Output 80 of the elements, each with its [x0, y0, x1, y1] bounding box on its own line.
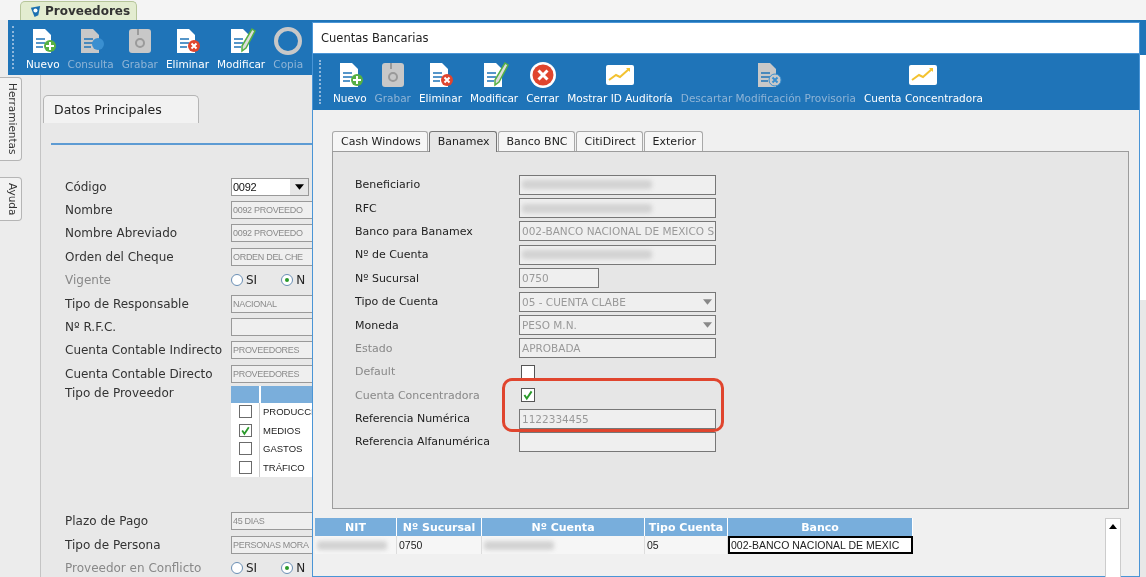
toolbar-button[interactable]: Modificar: [465, 54, 523, 110]
field-label: Cuenta Contable Directo: [65, 366, 214, 381]
table-cell[interactable]: 002-BANCO NACIONAL DE MEXIC: [728, 536, 913, 554]
toolbar-button[interactable]: Eliminar: [414, 54, 466, 110]
field-label: Plazo de Pago: [65, 514, 150, 529]
field-label: Orden del Cheque: [65, 249, 175, 264]
tab[interactable]: Exterior: [643, 131, 703, 151]
field-label: Tipo de Cuenta: [355, 295, 440, 309]
radio-button[interactable]: SI: [231, 273, 258, 288]
toolbar-button[interactable]: Cerrar: [522, 54, 564, 110]
list-item-label: MEDIOS: [262, 424, 301, 436]
list-item-label: TRÁFICO: [262, 461, 305, 473]
field-label: Moneda: [355, 318, 400, 332]
table-cell[interactable]: [482, 536, 645, 554]
dropdown-field[interactable]: 002-BANCO NACIONAL DE MEXICO S: [519, 221, 716, 242]
table-cell[interactable]: 0750: [397, 536, 482, 554]
checkbox[interactable]: [238, 423, 252, 437]
side-tab[interactable]: Herramientas: [0, 77, 22, 161]
field-label: Banco para Banamex: [355, 224, 474, 238]
close-icon: [527, 60, 558, 90]
text-field[interactable]: [519, 174, 716, 195]
text-field[interactable]: APROBADA: [519, 338, 716, 359]
field-label: Referencia Numérica: [355, 412, 471, 426]
checkbox[interactable]: [238, 442, 252, 456]
field-label: Proveedor en Conflicto: [65, 561, 203, 575]
text-field[interactable]: 0750: [519, 268, 599, 289]
scrollbar[interactable]: [1105, 518, 1121, 577]
table-cell[interactable]: [315, 536, 397, 554]
toolbar-button[interactable]: Cuenta Concentradora: [859, 54, 987, 110]
field-label: Cuenta Contable Indirecto: [65, 343, 224, 358]
dialog-title: Cuentas Bancarias: [321, 31, 429, 45]
window-tab[interactable]: Proveedores: [20, 1, 138, 20]
field-label: Nombre: [65, 203, 114, 218]
table-cell[interactable]: 05: [645, 536, 728, 554]
field-label: Vigente: [65, 273, 112, 288]
dropdown-field[interactable]: PESO M.N.: [519, 315, 716, 336]
checkbox[interactable]: [238, 405, 252, 419]
field-label: Tipo de Responsable: [65, 296, 190, 311]
field-label: Estado: [355, 341, 394, 355]
toolbar-button[interactable]: Nuevo: [329, 54, 371, 110]
dropdown-arrow-icon: [703, 322, 712, 329]
field-label: Referencia Alfanumérica: [355, 435, 491, 449]
field-label: Nombre Abreviado: [65, 226, 179, 241]
window-tab-label: Proveedores: [45, 4, 131, 18]
text-field[interactable]: [519, 198, 716, 219]
tab[interactable]: Banco BNC: [497, 131, 575, 151]
tab[interactable]: CitiDirect: [575, 131, 643, 151]
tab[interactable]: Cash Windows: [332, 131, 428, 151]
field-label: RFC: [355, 201, 378, 215]
scroll-up-arrow-icon[interactable]: [1109, 524, 1117, 529]
radio-button[interactable]: SI: [231, 561, 258, 575]
toolbar-button[interactable]: Modificar: [212, 20, 270, 75]
list-item-label: GASTOS: [262, 443, 303, 455]
checkbox[interactable]: [521, 388, 535, 403]
field-label: Nº Sucursal: [355, 271, 420, 285]
toolbar-button[interactable]: Nuevo: [22, 20, 64, 75]
text-field[interactable]: 1122334455: [519, 408, 716, 429]
dropdown-arrow-icon: [703, 298, 712, 305]
field-label: Tipo de Persona: [65, 537, 162, 552]
shield-icon: [29, 4, 42, 18]
toolbar-button[interactable]: Mostrar ID Auditoría: [563, 54, 677, 110]
field-label: Default: [355, 365, 397, 379]
checkbox[interactable]: [521, 364, 535, 379]
side-tab[interactable]: Ayuda: [0, 176, 22, 221]
panel-tab[interactable]: Datos Principales: [43, 95, 199, 123]
radio-button[interactable]: N: [281, 561, 306, 575]
tab[interactable]: Banamex: [428, 131, 497, 152]
field-label: Beneficiario: [355, 178, 422, 192]
field-label: Tipo de Proveedor: [65, 385, 175, 400]
field-label: Código: [65, 179, 108, 194]
dropdown-field[interactable]: 0092: [231, 177, 309, 196]
field-label: Cuenta Concentradora: [355, 388, 481, 402]
radio-button[interactable]: N: [281, 273, 306, 288]
field-label: Nº R.F.C.: [65, 320, 118, 335]
text-field[interactable]: [519, 432, 716, 452]
text-field[interactable]: [519, 244, 716, 265]
field-label: Nº de Cuenta: [355, 248, 430, 262]
checkbox[interactable]: [238, 460, 252, 474]
toolbar-button[interactable]: Eliminar: [161, 20, 213, 75]
dropdown-field[interactable]: 05 - CUENTA CLABE: [519, 291, 716, 312]
